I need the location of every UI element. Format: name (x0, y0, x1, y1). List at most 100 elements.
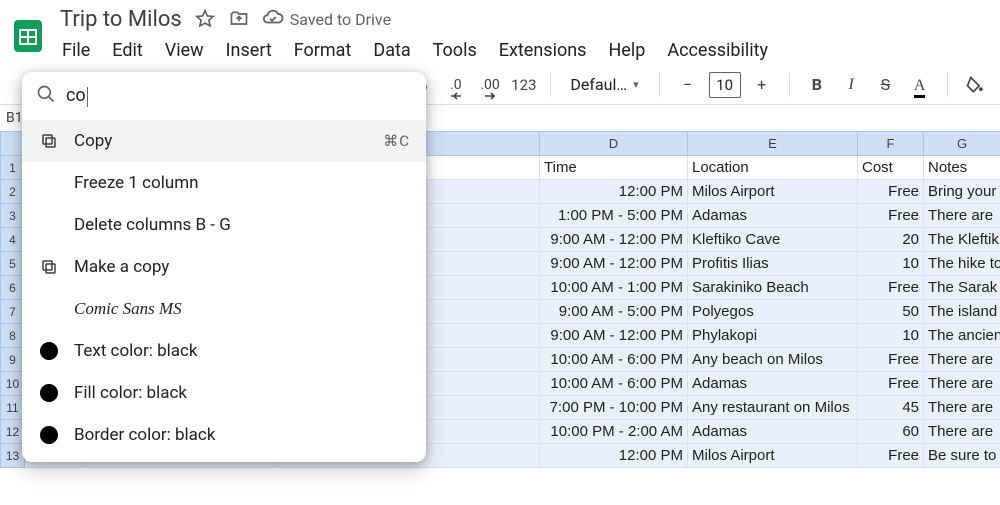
cell[interactable]: The island (924, 300, 1000, 324)
cell[interactable]: Any restaurant on Milos (688, 396, 858, 420)
row-header[interactable]: 9 (1, 348, 25, 372)
menu-help[interactable]: Help (606, 38, 647, 63)
row-header[interactable]: 11 (1, 396, 25, 420)
font-family-select[interactable]: Defaul… ▾ (565, 72, 645, 97)
doc-title[interactable]: Trip to Milos (60, 7, 182, 32)
cell[interactable]: Adamas (688, 204, 858, 228)
cell[interactable]: Free (858, 372, 924, 396)
command-item[interactable]: Delete columns B - G (22, 204, 426, 246)
menu-extensions[interactable]: Extensions (497, 38, 589, 63)
move-icon[interactable] (228, 8, 250, 30)
cell[interactable]: Any beach on Milos (688, 348, 858, 372)
star-icon[interactable] (194, 8, 216, 30)
saved-to-drive-label[interactable]: Saved to Drive (262, 6, 391, 32)
cell[interactable]: 9:00 AM - 5:00 PM (540, 300, 688, 324)
cell[interactable]: 1:00 PM - 5:00 PM (540, 204, 688, 228)
cell[interactable]: There are (924, 396, 1000, 420)
decrease-decimals-button[interactable]: .0 (443, 71, 469, 99)
cell[interactable]: 12:00 PM (540, 444, 688, 468)
cell[interactable]: 10 (858, 324, 924, 348)
cell[interactable]: Free (858, 348, 924, 372)
cell[interactable]: There are (924, 420, 1000, 444)
cell[interactable]: 50 (858, 300, 924, 324)
column-header-F[interactable]: F (858, 132, 924, 156)
cell[interactable]: Adamas (688, 420, 858, 444)
cell[interactable]: Location (688, 156, 858, 180)
cell[interactable]: There are (924, 348, 1000, 372)
cell[interactable]: The Kleftik (924, 228, 1000, 252)
row-header[interactable]: 1 (1, 156, 25, 180)
cell[interactable]: The hike to (924, 252, 1000, 276)
number-format-button[interactable]: 123 (511, 76, 536, 94)
row-header[interactable]: 13 (1, 444, 25, 468)
row-header[interactable]: 4 (1, 228, 25, 252)
font-size-input[interactable]: 10 (709, 72, 741, 98)
cell[interactable]: Profitis Ilias (688, 252, 858, 276)
cell[interactable]: 45 (858, 396, 924, 420)
cell[interactable]: Milos Airport (688, 180, 858, 204)
row-header[interactable]: 3 (1, 204, 25, 228)
row-header[interactable]: 7 (1, 300, 25, 324)
cell[interactable]: Bring your (924, 180, 1000, 204)
cell[interactable]: Sarakiniko Beach (688, 276, 858, 300)
command-search-input[interactable]: co (66, 85, 88, 106)
cell[interactable]: 9:00 AM - 12:00 PM (540, 324, 688, 348)
menu-format[interactable]: Format (292, 38, 354, 63)
cell[interactable]: 9:00 AM - 12:00 PM (540, 252, 688, 276)
command-item[interactable]: Make a copy (22, 246, 426, 288)
increase-decimals-button[interactable]: .00 (477, 71, 503, 99)
font-size-increase-button[interactable]: + (749, 71, 775, 99)
column-header-E[interactable]: E (688, 132, 858, 156)
cell[interactable]: 20 (858, 228, 924, 252)
cell[interactable]: Phylakopi (688, 324, 858, 348)
cell[interactable]: 60 (858, 420, 924, 444)
cell[interactable]: 7:00 PM - 10:00 PM (540, 396, 688, 420)
cell[interactable]: Notes (924, 156, 1000, 180)
menu-edit[interactable]: Edit (110, 38, 144, 63)
corner-cell[interactable] (1, 132, 25, 156)
cell[interactable]: Milos Airport (688, 444, 858, 468)
column-header-D[interactable]: D (540, 132, 688, 156)
command-item[interactable]: Text color: black (22, 330, 426, 372)
cell[interactable]: 10:00 PM - 2:00 AM (540, 420, 688, 444)
cell[interactable]: The ancien (924, 324, 1000, 348)
sheets-logo[interactable] (8, 10, 48, 62)
command-item[interactable]: Comic Sans MS (22, 288, 426, 330)
cell[interactable]: 10 (858, 252, 924, 276)
menu-data[interactable]: Data (371, 38, 412, 63)
menu-tools[interactable]: Tools (431, 38, 479, 63)
cell[interactable]: The Sarak (924, 276, 1000, 300)
italic-button[interactable]: I (838, 71, 864, 99)
strike-button[interactable]: S (872, 71, 898, 99)
cell[interactable]: Free (858, 276, 924, 300)
menu-insert[interactable]: Insert (224, 38, 274, 63)
row-header[interactable]: 5 (1, 252, 25, 276)
font-size-decrease-button[interactable]: − (674, 71, 700, 99)
row-header[interactable]: 10 (1, 372, 25, 396)
cell[interactable]: 10:00 AM - 1:00 PM (540, 276, 688, 300)
row-header[interactable]: 12 (1, 420, 25, 444)
menu-view[interactable]: View (163, 38, 206, 63)
cell[interactable]: Free (858, 204, 924, 228)
menu-file[interactable]: File (60, 38, 92, 63)
fill-color-button[interactable] (962, 71, 988, 99)
menu-accessibility[interactable]: Accessibility (665, 38, 770, 63)
cell[interactable]: Adamas (688, 372, 858, 396)
cell[interactable]: Time (540, 156, 688, 180)
command-item[interactable]: Copy⌘C (22, 120, 426, 162)
column-header-G[interactable]: G (924, 132, 1000, 156)
cell[interactable]: 10:00 AM - 6:00 PM (540, 372, 688, 396)
cell[interactable]: Free (858, 180, 924, 204)
cell[interactable]: Polyegos (688, 300, 858, 324)
row-header[interactable]: 6 (1, 276, 25, 300)
command-item[interactable]: Border color: black (22, 414, 426, 456)
row-header[interactable]: 8 (1, 324, 25, 348)
cell[interactable]: There are (924, 372, 1000, 396)
cell[interactable]: Cost (858, 156, 924, 180)
text-color-button[interactable]: A (907, 71, 933, 99)
bold-button[interactable]: B (804, 71, 830, 99)
cell[interactable]: Free (858, 444, 924, 468)
cell[interactable]: 12:00 PM (540, 180, 688, 204)
cell[interactable]: Be sure to (924, 444, 1000, 468)
cell[interactable]: There are (924, 204, 1000, 228)
